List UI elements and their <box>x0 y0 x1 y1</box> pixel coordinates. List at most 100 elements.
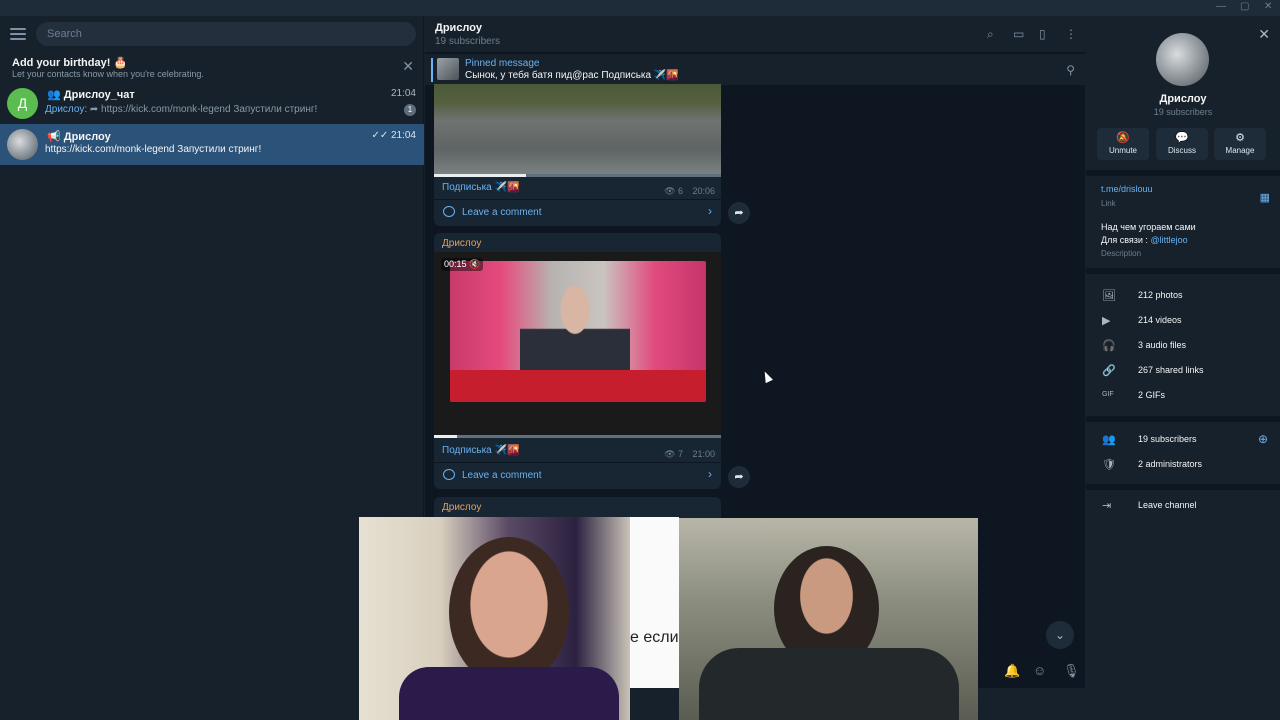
close-icon[interactable]: ✕ <box>1258 26 1270 43</box>
webcam-face <box>449 537 569 687</box>
description-line: Для связи : @littlejoo <box>1101 235 1188 245</box>
audio-row[interactable]: 🎧 3 audio files <box>1086 336 1280 356</box>
link-label: Link <box>1101 199 1116 208</box>
chat-preview: https://kick.com/monk-legend Запустили с… <box>45 144 262 155</box>
chat-time: 21:04 <box>390 88 416 99</box>
shield-icon: 🛡 <box>1102 459 1116 471</box>
video-icon: ▶ <box>1102 315 1111 327</box>
chat-item-drislou-channel[interactable]: 📢 Дрислоу ✓✓ 21:04 https://kick.com/monk… <box>0 124 424 165</box>
webcam-right <box>679 518 978 720</box>
share-icon[interactable]: ➦ <box>728 466 750 488</box>
subscribers-label: 19 subscribers <box>1138 434 1197 444</box>
chat-header[interactable]: Дрислоу 19 subscribers ⌕ ▭ ▯ ⋮ <box>425 16 1085 52</box>
video-thumbnail[interactable]: 00:15 🔇 <box>434 252 721 435</box>
telegram-window: — ▢ ✕ Search Add your birthday! 🎂 Let yo… <box>0 0 1280 720</box>
comment-label: Leave a comment <box>462 470 542 481</box>
avatar[interactable] <box>1156 33 1209 86</box>
video-frame <box>450 261 706 402</box>
channel-link[interactable]: t.me/drislouu <box>1101 184 1153 194</box>
pinned-message-bar[interactable]: Pinned message Сынок, у тебя батя пид@ра… <box>425 53 1085 85</box>
divider <box>1086 484 1280 490</box>
manage-button[interactable]: ⚙ Manage <box>1214 128 1266 160</box>
unmute-label: Unmute <box>1108 146 1137 155</box>
leave-icon: ⇥ <box>1102 500 1112 512</box>
comment-icon <box>443 206 455 217</box>
divider <box>1086 416 1280 422</box>
bell-off-icon: 🔕 <box>1116 132 1130 144</box>
birthday-banner[interactable]: Add your birthday! 🎂 Let your contacts k… <box>0 52 424 84</box>
photo-icon: 🖼 <box>1102 290 1116 302</box>
bell-icon[interactable]: 🔔 <box>1004 663 1020 679</box>
gif-icon: GIF <box>1102 391 1114 398</box>
links-row[interactable]: 🔗 267 shared links <box>1086 361 1280 381</box>
birthday-subtitle: Let your contacts know when you're celeb… <box>12 69 204 79</box>
leave-comment-button[interactable]: Leave a comment › <box>434 462 721 488</box>
share-icon[interactable]: ➦ <box>728 202 750 224</box>
avatar: Д <box>7 88 38 119</box>
overlay-text: е если <box>630 629 679 646</box>
birthday-title: Add your birthday! 🎂 <box>12 57 128 69</box>
pinned-indicator <box>431 58 433 82</box>
channel-info-panel: ✕ Дрислоу 19 subscribers 🔕 Unmute 💬 Disc… <box>1086 16 1280 688</box>
video-couch <box>450 370 706 402</box>
people-icon: 👥 <box>1102 434 1116 446</box>
sender-name: Дрислоу <box>442 238 482 249</box>
chevron-right-icon: › <box>708 467 712 481</box>
close-window-button[interactable]: ✕ <box>1264 1 1272 12</box>
leave-channel-label: Leave channel <box>1138 500 1197 510</box>
qr-code-icon[interactable]: ▦ <box>1260 191 1270 204</box>
channel-name: Дрислоу <box>1159 93 1207 105</box>
sender-name: Дрислоу <box>442 502 482 513</box>
videos-label: 214 videos <box>1138 315 1182 325</box>
close-icon[interactable]: ✕ <box>402 58 414 75</box>
discuss-button[interactable]: 💬 Discuss <box>1156 128 1208 160</box>
maximize-button[interactable]: ▢ <box>1240 1 1249 12</box>
search-icon[interactable]: ⌕ <box>987 27 994 42</box>
comments-icon[interactable]: ▭ <box>1013 27 1024 41</box>
view-count: 👁 6 <box>664 186 683 196</box>
more-options-icon[interactable]: ⋮ <box>1065 27 1077 41</box>
video-progress-fill <box>434 435 457 438</box>
comment-label: Leave a comment <box>462 207 542 218</box>
hamburger-menu-icon[interactable] <box>10 28 26 40</box>
administrators-label: 2 administrators <box>1138 459 1203 469</box>
video-progress-bar[interactable] <box>434 435 721 438</box>
photos-row[interactable]: 🖼 212 photos <box>1086 286 1280 306</box>
message-bubble[interactable]: Подписька ✈️🌇 👁 6 20:06 Leave a comment … <box>434 84 721 226</box>
mention-link[interactable]: @littlejoo <box>1150 235 1187 245</box>
description-label: Description <box>1101 249 1142 258</box>
headphones-icon: 🎧 <box>1102 340 1116 352</box>
search-input[interactable]: Search <box>36 22 416 46</box>
message-bubble[interactable]: Дрислоу 00:15 🔇 Подписька ✈️🌇 👁 7 21:00 … <box>434 233 721 489</box>
emoji-icon[interactable]: ☺ <box>1033 663 1046 678</box>
subscribers-row[interactable]: 👥 19 subscribers ⊕ <box>1086 430 1280 450</box>
leave-channel-button[interactable]: ⇥ Leave channel <box>1086 496 1280 516</box>
video-thumbnail[interactable] <box>434 84 721 177</box>
chat-preview: Дрислоу: ➦ https://kick.com/monk-legend … <box>45 104 318 115</box>
scroll-down-button[interactable]: ⌄ <box>1046 621 1074 649</box>
channel-subtitle: 19 subscribers <box>435 36 501 47</box>
microphone-icon[interactable]: 🎙 <box>1063 663 1080 679</box>
gifs-row[interactable]: GIF 2 GIFs <box>1086 386 1280 406</box>
sidebar-toggle-icon[interactable]: ▯ <box>1039 27 1046 41</box>
videos-row[interactable]: ▶ 214 videos <box>1086 311 1280 331</box>
video-progress-bar[interactable] <box>434 174 721 177</box>
channel-title: Дрислоу <box>435 22 482 34</box>
chat-item-drislou-chat[interactable]: Д 👥 Дрислоу_чат 21:04 Дрислоу: ➦ https:/… <box>0 86 424 126</box>
add-user-icon[interactable]: ⊕ <box>1258 432 1268 446</box>
description-line: Над чем угораем сами <box>1101 222 1196 232</box>
leave-comment-button[interactable]: Leave a comment › <box>434 199 721 225</box>
view-count: 👁 7 <box>664 449 683 459</box>
administrators-row[interactable]: 🛡 2 administrators <box>1086 455 1280 475</box>
links-label: 267 shared links <box>1138 365 1204 375</box>
avatar <box>7 129 38 160</box>
manage-label: Manage <box>1225 146 1255 155</box>
unmute-button[interactable]: 🔕 Unmute <box>1097 128 1149 160</box>
minimize-button[interactable]: — <box>1216 1 1226 12</box>
pinned-list-icon[interactable]: ⚲ <box>1066 63 1075 77</box>
webcam-middle-strip: е если <box>630 517 679 688</box>
subscriber-count: 19 subscribers <box>1153 107 1213 117</box>
group-icon: 👥 <box>47 89 64 101</box>
link-icon: 🔗 <box>1102 365 1116 377</box>
comment-icon <box>443 469 455 480</box>
